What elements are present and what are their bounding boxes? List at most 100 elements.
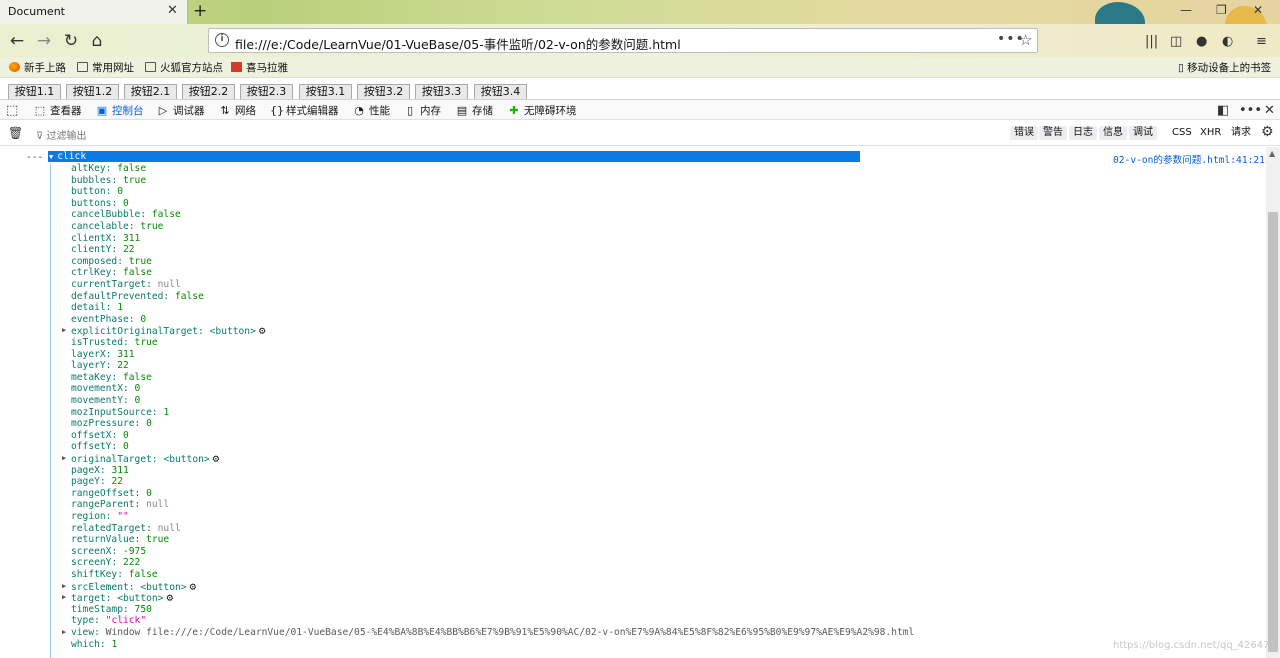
tab-inspector[interactable]: ⬚ 查看器 [34,102,82,119]
property-separator: : [111,267,123,279]
bookmark-item[interactable]: 喜马拉雅 [231,60,288,75]
more-options-icon[interactable]: ••• [1239,102,1262,119]
property-value: <button> [209,326,256,338]
property-key: currentTarget [71,279,147,290]
property-value: true [140,221,164,232]
minimize-icon[interactable]: — [1180,3,1192,17]
expand-triangle-icon[interactable]: ▶ [62,592,66,604]
filter-input[interactable]: ⊽ 过滤输出 [36,127,87,142]
filter-errors-button[interactable]: 错误 [1010,126,1038,140]
property-value: false [151,209,181,221]
browser-tab[interactable]: Document ✕ [0,0,188,24]
property-key: relatedTarget [71,522,147,534]
source-link[interactable]: 02-v-on的参数问题.html:41:21 [1113,152,1265,166]
forward-icon[interactable]: → [33,30,55,52]
restore-icon[interactable]: ❐ [1216,3,1227,17]
reload-icon[interactable]: ↻ [60,30,82,52]
console-property-row[interactable]: ▶ view: Window file:///e:/Code/LearnVue/0… [62,627,914,639]
console-scrollbar[interactable]: ▲ [1266,147,1280,658]
menu-icon[interactable]: ≡ [1256,34,1267,49]
page-button[interactable]: 按钮2.1 [124,84,177,100]
filter-logs-button[interactable]: 日志 [1069,126,1097,140]
filter-css-button[interactable]: CSS [1172,126,1192,140]
account-icon[interactable]: ● [1196,34,1207,49]
tab-performance[interactable]: ◔ 性能 [353,102,390,119]
console-settings-icon[interactable]: ⚙ [1261,124,1274,140]
tab-accessibility[interactable]: ✚ 无障碍环境 [508,102,576,119]
new-tab-button[interactable]: + [193,1,207,21]
mobile-bookmarks[interactable]: ▯ 移动设备上的书签 [1178,60,1271,75]
collapse-triangle-icon[interactable]: ▼ [49,153,53,161]
back-icon[interactable]: ← [6,30,28,52]
tab-storage[interactable]: ▤ 存储 [456,102,493,119]
page-button[interactable]: 按钮3.1 [299,84,352,100]
property-value: 22 [123,244,135,256]
property-key: metaKey [71,371,112,383]
page-button[interactable]: 按钮3.3 [415,84,468,100]
console-property-row[interactable]: ▶ srcElement: <button> ⚙ [62,580,197,593]
property-value: false [123,371,152,383]
tab-close-icon[interactable]: ✕ [167,3,178,18]
property-value: true [123,174,147,186]
console-property-row[interactable]: ▶ originalTarget: <button> ⚙ [62,452,220,465]
property-value: -975 [123,545,147,557]
page-button[interactable]: 按钮2.2 [182,84,235,100]
property-separator: : [151,406,164,418]
console-property-row[interactable]: ▶ explicitOriginalTarget: <button> ⚙ [62,324,266,338]
property-separator: : [128,221,141,232]
property-key: movementX [71,383,123,395]
filter-debug-button[interactable]: 调试 [1129,126,1157,140]
inspect-node-icon[interactable]: ⚙ [213,452,220,465]
page-button[interactable]: 按钮3.4 [474,84,527,100]
clear-console-icon[interactable]: 🗑 [8,126,23,140]
tab-network[interactable]: ⇅ 网络 [219,102,256,119]
url-bar[interactable]: i file:///e:/Code/LearnVue/01-VueBase/05… [208,28,1038,53]
tab-memory[interactable]: ▯ 内存 [404,102,441,119]
inspect-node-icon[interactable]: ⚙ [166,591,173,604]
bookmark-item[interactable]: 常用网址 [77,60,134,75]
property-key: which [71,638,100,650]
url-text[interactable]: file:///e:/Code/LearnVue/01-VueBase/05-事… [235,34,681,53]
property-separator: : [105,302,118,314]
inspect-node-icon[interactable]: ⚙ [259,324,266,337]
bookmark-star-icon[interactable]: ☆ [1019,31,1032,49]
info-icon[interactable]: i [215,33,229,47]
filter-requests-button[interactable]: 请求 [1231,126,1251,140]
console-property-row[interactable]: ▶ target: <button> ⚙ [62,591,173,604]
console-property-row: screenY: 222 [71,557,140,569]
extension-icon[interactable]: ◐ [1222,34,1233,49]
property-key: cancelBubble [71,209,141,221]
scroll-thumb[interactable] [1268,212,1278,652]
ximalaya-icon [231,62,242,72]
close-devtools-icon[interactable]: ✕ [1264,102,1275,119]
inspect-node-icon[interactable]: ⚙ [190,580,197,593]
home-icon[interactable]: ⌂ [86,30,108,52]
dock-icon[interactable]: ◧ [1217,102,1229,119]
event-object-header[interactable]: ▼ click [48,151,860,162]
console-property-row: eventPhase: 0 [71,314,146,326]
page-button[interactable]: 按钮2.3 [240,84,293,100]
property-key: returnValue [71,534,135,546]
bookmark-item[interactable]: 新手上路 [9,60,66,75]
expand-triangle-icon[interactable]: ▶ [62,627,66,639]
expand-triangle-icon[interactable]: ▶ [62,453,66,465]
page-button[interactable]: 按钮1.2 [66,84,119,100]
page-button[interactable]: 按钮3.2 [357,84,410,100]
tab-title: Document [8,5,65,18]
filter-info-button[interactable]: 信息 [1099,126,1127,140]
sidebar-icon[interactable]: ◫ [1170,34,1182,49]
bookmark-item[interactable]: 火狐官方站点 [145,60,223,75]
tab-console[interactable]: ▣ 控制台 [96,102,144,119]
console-property-row: cancelBubble: false [71,209,181,221]
page-button[interactable]: 按钮1.1 [8,84,61,100]
close-window-icon[interactable]: ✕ [1253,3,1263,17]
filter-warnings-button[interactable]: 警告 [1039,126,1067,140]
scroll-up-icon[interactable]: ▲ [1269,149,1275,158]
expand-triangle-icon[interactable]: ▶ [62,325,66,337]
element-picker-icon[interactable]: ⬚ [6,102,18,119]
filter-xhr-button[interactable]: XHR [1200,126,1221,140]
tab-style-editor[interactable]: {} 样式编辑器 [270,102,339,119]
tab-debugger[interactable]: ▷ 调试器 [157,102,205,119]
expand-triangle-icon[interactable]: ▶ [62,581,66,593]
library-icon[interactable]: ||| [1145,34,1158,49]
